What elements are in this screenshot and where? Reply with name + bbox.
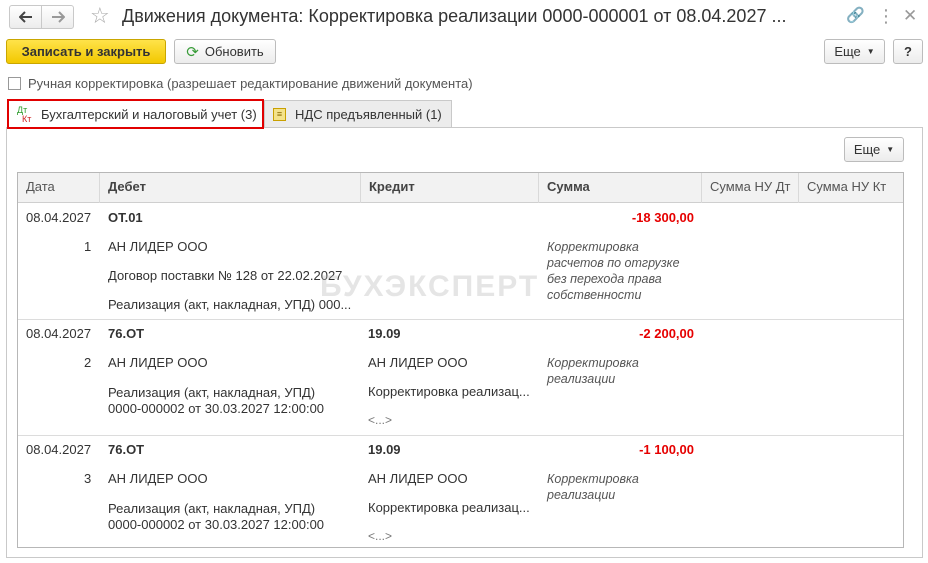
debit-subconto-3: Реализация (акт, накладная, УПД) 000... — [108, 297, 352, 312]
debit-subconto-1: АН ЛИДЕР ООО — [108, 355, 208, 370]
row-number: 2 — [84, 355, 92, 370]
tab-vat-label: НДС предъявленный (1) — [295, 106, 442, 122]
manual-correction-checkbox[interactable] — [8, 76, 21, 90]
window-title: Движения документа: Корректировка реализ… — [122, 6, 787, 26]
arrow-left-icon — [18, 11, 32, 23]
debit-subconto-1: АН ЛИДЕР ООО — [108, 471, 208, 486]
caret-down-icon: ▼ — [886, 145, 895, 154]
amount: -18 300,00 — [631, 210, 694, 225]
row-divider — [18, 319, 903, 320]
debit-account: 76.ОТ — [108, 442, 145, 457]
menu-dots-icon[interactable]: ⋮ — [877, 6, 895, 26]
row-date: 08.04.2027 — [26, 326, 92, 341]
credit-subconto-1: АН ЛИДЕР ООО — [368, 355, 468, 370]
debit-subconto-2: Договор поставки № 128 от 22.02.2027 — [108, 268, 343, 283]
save-close-button[interactable]: Записать и закрыть — [6, 39, 166, 64]
column-credit[interactable]: Кредит — [361, 173, 539, 203]
manual-correction-label: Ручная корректировка (разрешает редактир… — [28, 75, 473, 91]
manual-correction-row[interactable]: Ручная корректировка (разрешает редактир… — [8, 74, 473, 92]
credit-subconto-3: <...> — [368, 413, 393, 427]
entry-comment: Корректировка расчетов по отгрузке без п… — [547, 240, 680, 302]
table-header: Дата Дебет Кредит Сумма Сумма НУ Дт Сумм… — [18, 173, 903, 203]
back-button[interactable] — [9, 5, 42, 29]
credit-account: 19.09 — [368, 326, 401, 341]
row-divider — [18, 435, 903, 436]
debit-account: ОТ.01 — [108, 210, 143, 225]
row-date: 08.04.2027 — [26, 210, 92, 225]
more-button[interactable]: Еще ▼ — [824, 39, 885, 64]
row-number: 3 — [84, 471, 92, 486]
credit-subconto-1: АН ЛИДЕР ООО — [368, 471, 468, 486]
caret-down-icon: ▼ — [866, 47, 875, 56]
help-button[interactable]: ? — [893, 39, 923, 64]
tab-accounting[interactable]: Дт Кт Бухгалтерский и налоговый учет (3) — [7, 99, 264, 129]
amount: -1 100,00 — [639, 442, 694, 457]
watermark: БУХЭКСПЕРТ — [320, 270, 540, 303]
row-date: 08.04.2027 — [26, 442, 92, 457]
arrow-right-icon — [51, 11, 65, 23]
link-icon[interactable]: 🔗 — [846, 6, 865, 26]
entry-comment: Корректировка реализации — [547, 356, 639, 386]
refresh-button[interactable]: ⟳ Обновить — [174, 39, 276, 64]
column-amount[interactable]: Сумма — [539, 173, 702, 203]
favorite-star-icon[interactable]: ☆ — [90, 4, 110, 28]
refresh-icon: ⟳ — [186, 43, 199, 61]
column-amount-nu-kt[interactable]: Сумма НУ Кт — [799, 173, 903, 203]
forward-button[interactable] — [41, 5, 74, 29]
tab-accounting-label: Бухгалтерский и налоговый учет (3) — [41, 107, 257, 122]
debit-account: 76.ОТ — [108, 326, 145, 341]
row-number: 1 — [84, 239, 92, 254]
more-label: Еще — [834, 44, 861, 59]
column-amount-nu-dt[interactable]: Сумма НУ Дт — [702, 173, 799, 203]
credit-subconto-2: Корректировка реализац... — [368, 384, 530, 399]
debit-subconto-1: АН ЛИДЕР ООО — [108, 239, 208, 254]
grid-more-button[interactable]: Еще ▼ — [844, 137, 904, 162]
nds-icon: ≡ — [273, 107, 286, 121]
amount: -2 200,00 — [639, 326, 694, 341]
entry-comment: Корректировка реализации — [547, 472, 639, 502]
tab-vat[interactable]: ≡ НДС предъявленный (1) — [264, 100, 452, 127]
close-icon[interactable]: ✕ — [903, 6, 917, 26]
entries-table: Дата Дебет Кредит Сумма Сумма НУ Дт Сумм… — [17, 172, 904, 548]
credit-subconto-3: <...> — [368, 529, 393, 543]
debit-subconto-2: Реализация (акт, накладная, УПД) 0000-00… — [108, 501, 325, 532]
credit-subconto-2: Корректировка реализац... — [368, 500, 530, 515]
credit-account: 19.09 — [368, 442, 401, 457]
title-bar: ☆ Движения документа: Корректировка реал… — [0, 0, 928, 36]
column-date[interactable]: Дата — [18, 173, 100, 203]
grid-more-label: Еще — [853, 142, 881, 157]
debit-subconto-2: Реализация (акт, накладная, УПД) 0000-00… — [108, 385, 325, 416]
dt-kt-icon: Дт Кт — [17, 104, 32, 124]
column-debit[interactable]: Дебет — [100, 173, 361, 203]
refresh-label: Обновить — [204, 44, 264, 59]
